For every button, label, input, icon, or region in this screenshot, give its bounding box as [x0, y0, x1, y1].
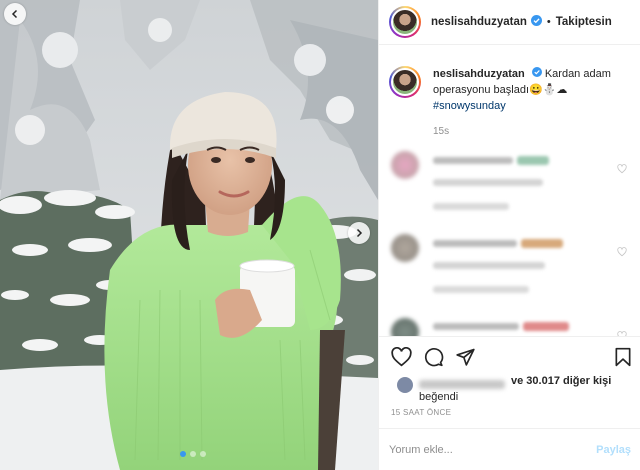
likes-verb: beğendi — [419, 391, 459, 403]
carousel-dot — [190, 451, 196, 457]
comment-like-icon[interactable] — [617, 328, 627, 336]
comment-input[interactable] — [389, 443, 597, 456]
following-button[interactable]: Takiptesin — [556, 16, 612, 28]
carousel-next-button[interactable] — [348, 222, 370, 244]
action-icon-row — [379, 337, 640, 377]
comment-avatar[interactable] — [391, 151, 419, 179]
caption-age: 15s — [433, 126, 450, 137]
add-comment-bar: Paylaş — [379, 428, 640, 470]
author-avatar[interactable] — [389, 6, 421, 38]
header-separator: • — [546, 16, 551, 28]
comments-list: neslisahduzyatan Kardan adam operasyonu … — [379, 46, 640, 336]
post-caption: neslisahduzyatan Kardan adam operasyonu … — [389, 66, 633, 114]
caption-text: neslisahduzyatan Kardan adam operasyonu … — [433, 66, 633, 114]
paper-plane-icon[interactable] — [455, 347, 476, 372]
carousel-prev-button[interactable] — [4, 3, 26, 25]
likes-summary[interactable]: ve 30.017 diğer kişi beğendi — [389, 373, 635, 413]
post-side-panel: neslisahduzyatan • Takiptesin neslisahdu… — [378, 0, 640, 470]
chevron-left-icon — [11, 9, 18, 19]
heart-icon[interactable] — [391, 346, 412, 372]
carousel-dot — [200, 451, 206, 457]
comment-item — [389, 234, 633, 304]
caption-username[interactable]: neslisahduzyatan — [433, 68, 525, 80]
comment-avatar[interactable] — [391, 234, 419, 262]
carousel-dots — [180, 451, 206, 457]
verified-badge-icon — [530, 13, 542, 31]
photo-illustration — [0, 0, 378, 470]
liker-username-blurred — [419, 380, 505, 389]
likes-count-text[interactable]: ve 30.017 diğer kişi — [511, 375, 611, 387]
comment-icon[interactable] — [423, 347, 444, 372]
comment-item — [389, 318, 633, 336]
post-photo[interactable] — [0, 0, 378, 470]
comment-avatar[interactable] — [391, 318, 419, 336]
verified-badge-icon — [531, 66, 542, 82]
post-actions: ve 30.017 diğer kişi beğendi — [379, 336, 640, 403]
caption-avatar[interactable] — [389, 66, 421, 98]
carousel-dot-active — [180, 451, 186, 457]
post-timestamp[interactable]: 15 SAAT ÖNCE — [391, 408, 451, 417]
author-username[interactable]: neslisahduzyatan — [431, 16, 527, 28]
post-header: neslisahduzyatan • Takiptesin — [379, 0, 640, 45]
liker-avatar[interactable] — [397, 377, 413, 393]
chevron-right-icon — [356, 228, 363, 238]
bookmark-icon[interactable] — [614, 347, 632, 372]
comment-like-icon[interactable] — [617, 244, 627, 262]
post-comment-button[interactable]: Paylaş — [596, 444, 631, 456]
comment-like-icon[interactable] — [617, 161, 627, 179]
comment-item — [389, 151, 633, 221]
hashtag-link[interactable]: #snowysunday — [433, 100, 506, 112]
